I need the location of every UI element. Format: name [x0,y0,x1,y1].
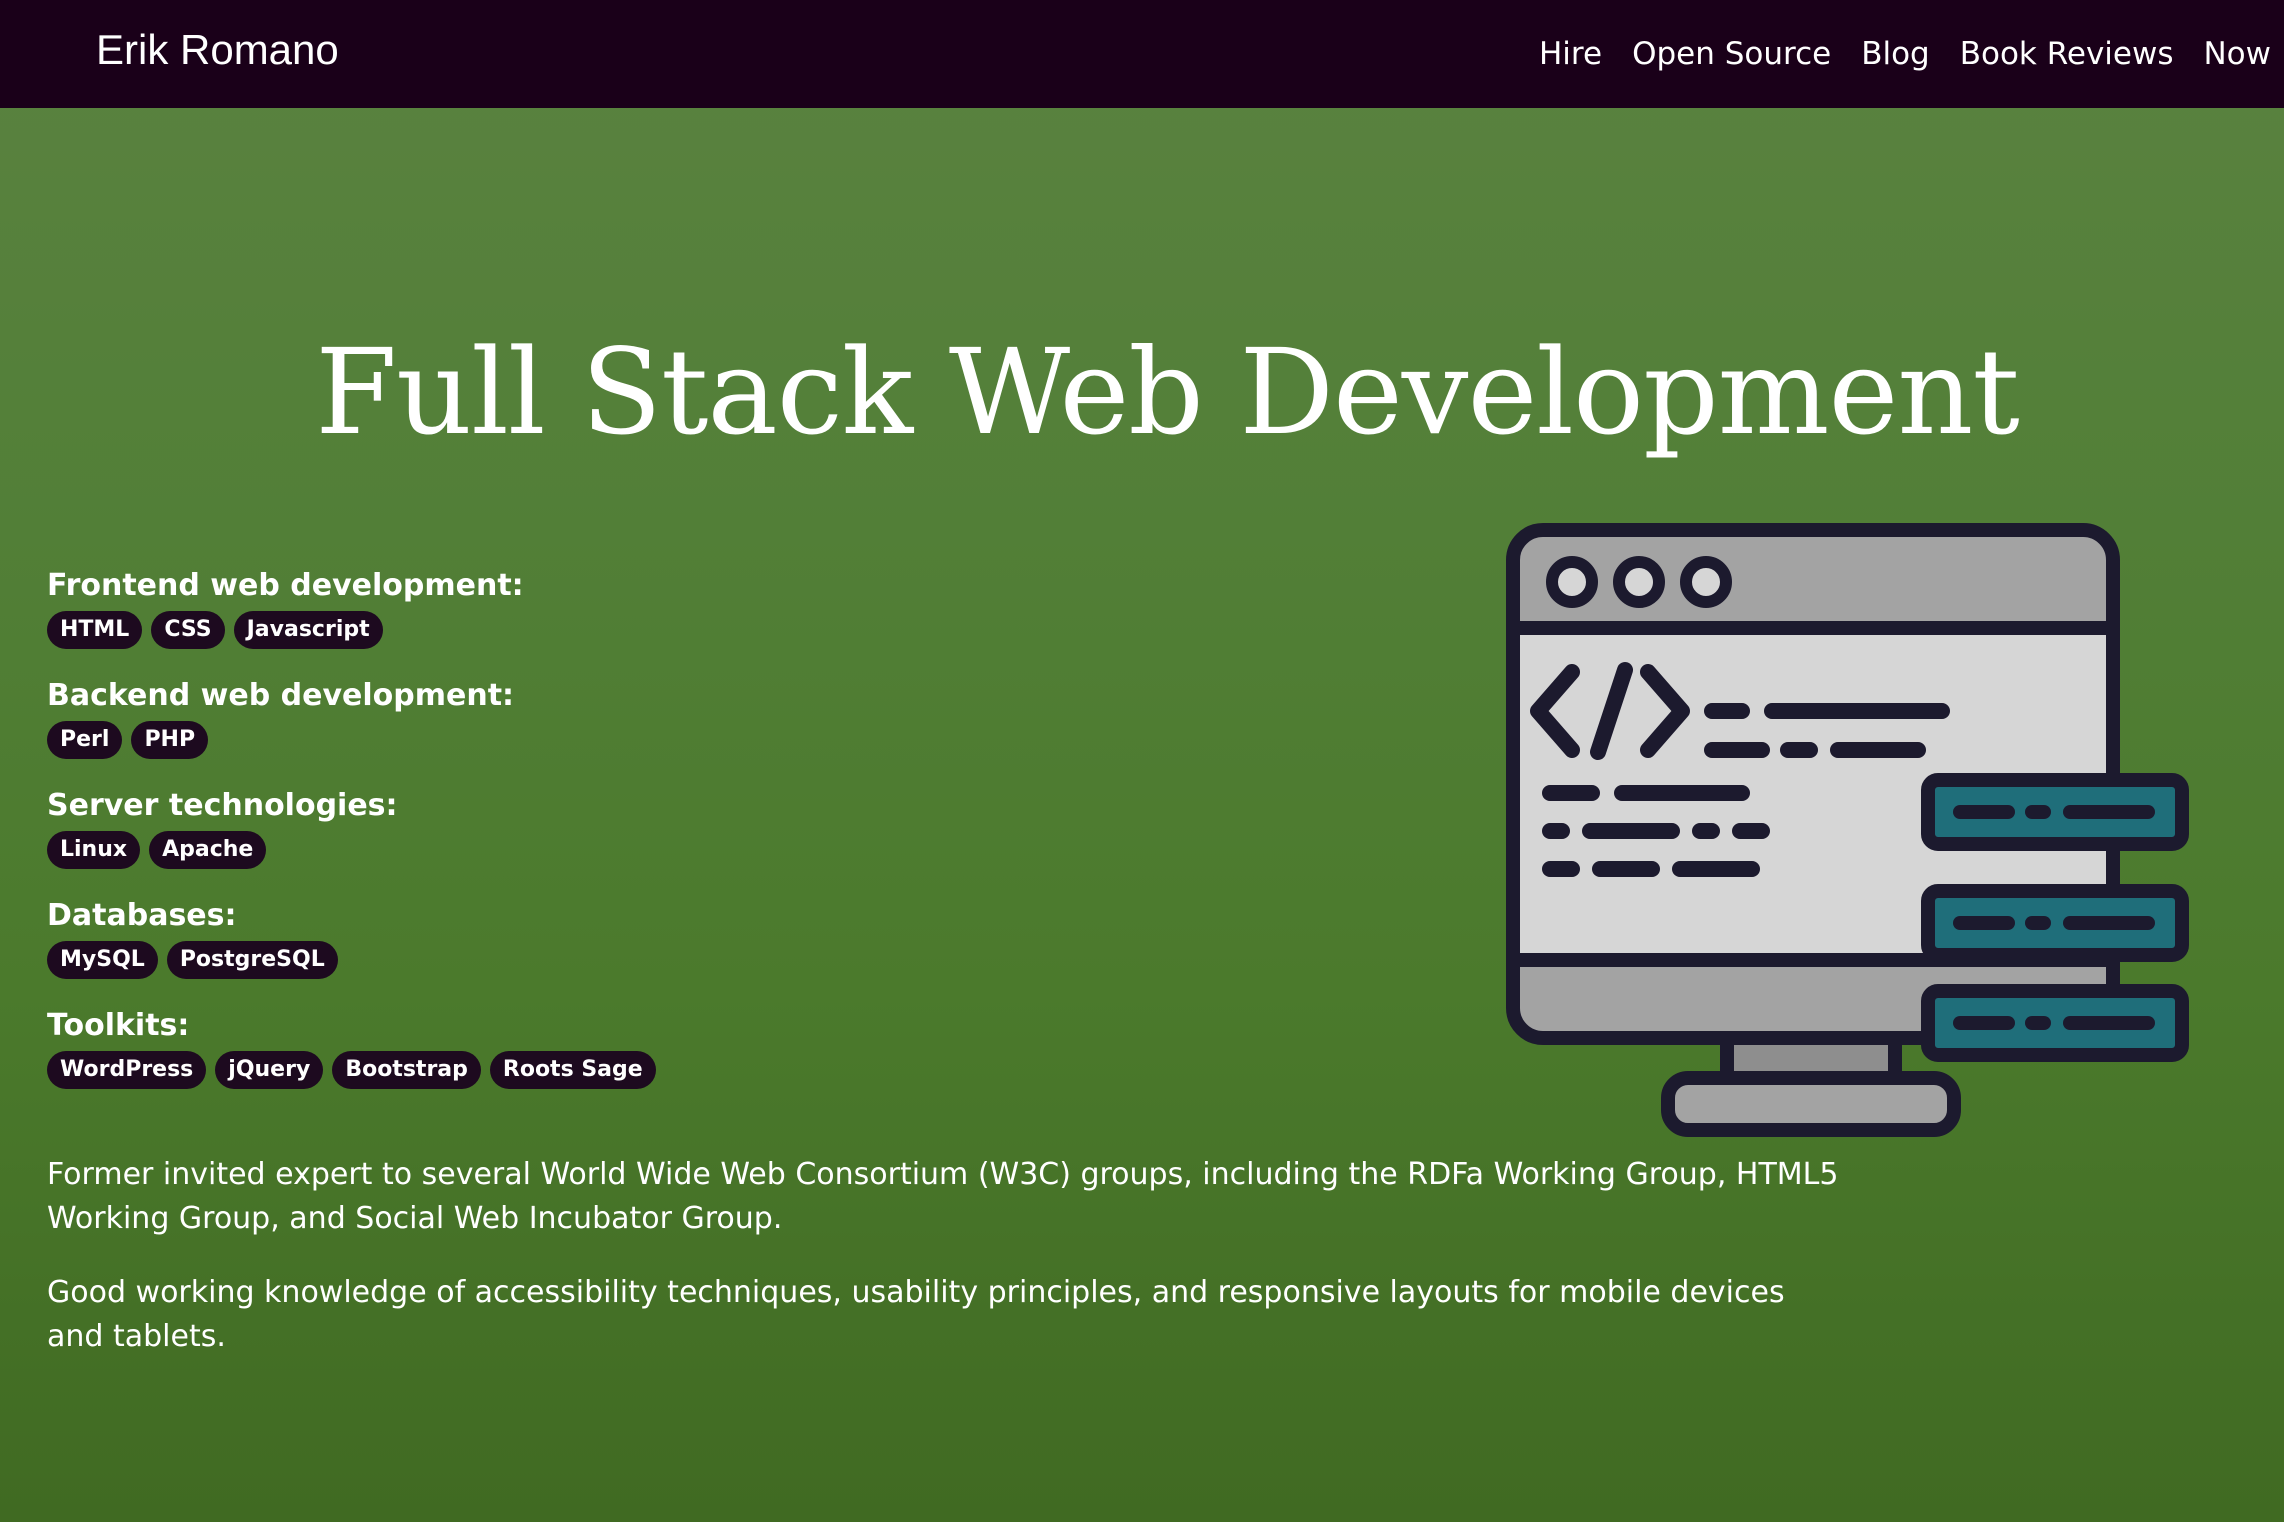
skill-tag: PostgreSQL [166,941,338,979]
skill-heading: Toolkits: [47,1008,190,1043]
skill-tag: MySQL [47,941,158,979]
skill-group-server: Server technologies: Linux Apache [47,785,1547,869]
tag-list: Linux Apache [47,831,1547,869]
tag-list: Perl PHP [47,721,1547,759]
skill-heading: Databases: [47,898,237,933]
skill-tag: Linux [47,831,141,869]
nav-link-book-reviews[interactable]: Book Reviews [1960,36,2174,72]
w3c-paragraph: Former invited expert to several World W… [47,1157,1839,1236]
skill-group-databases: Databases: MySQL PostgreSQL [47,895,1547,979]
skill-heading: Server technologies: [47,788,398,823]
skill-tag: Apache [149,831,267,869]
accessibility-paragraph: Good working knowledge of accessibility … [47,1275,1785,1354]
skill-tag: Roots Sage [489,1051,656,1089]
nav-item-open-source: Open Source [1632,30,1831,78]
skill-tag: CSS [151,611,225,649]
skill-tag: jQuery [215,1051,324,1089]
nav-item-blog: Blog [1861,30,1930,78]
nav-link-open-source[interactable]: Open Source [1632,36,1831,72]
skill-heading: Backend web development: [47,678,515,713]
nav-link-hire[interactable]: Hire [1539,36,1602,72]
skill-group-frontend: Frontend web development: HTML CSS Javas… [47,565,1547,649]
nav-item-book-reviews: Book Reviews [1960,30,2174,78]
skill-tag: Javascript [233,611,383,649]
tag-list: MySQL PostgreSQL [47,941,1547,979]
navbar: Erik Romano Hire Open Source Blog Book R… [0,0,2284,108]
skill-tag: Bootstrap [332,1051,481,1089]
skill-tag: PHP [131,721,209,759]
skill-group-toolkits: Toolkits: WordPress jQuery Bootstrap Roo… [47,1005,1547,1089]
nav-link-now[interactable]: Now [2203,36,2271,72]
tag-list: HTML CSS Javascript [47,611,1547,649]
nav-item-now: Now [2203,30,2271,78]
skills-section: Frontend web development: HTML CSS Javas… [47,565,1547,1115]
tag-list: WordPress jQuery Bootstrap Roots Sage [47,1051,1547,1089]
skill-heading: Frontend web development: [47,568,524,603]
skill-tag: HTML [47,611,143,649]
skill-tag: Perl [47,721,123,759]
nav-menu: Hire Open Source Blog Book Reviews Now [1539,30,2271,78]
skill-tag: WordPress [47,1051,207,1089]
skill-group-backend: Backend web development: Perl PHP [47,675,1547,759]
site-brand-link[interactable]: Erik Romano [96,22,339,78]
code-monitor-icon [1500,520,2200,1140]
nav-link-blog[interactable]: Blog [1861,36,1930,72]
nav-item-hire: Hire [1539,30,1602,78]
hero-title: Full Stack Web Development [315,323,2020,461]
